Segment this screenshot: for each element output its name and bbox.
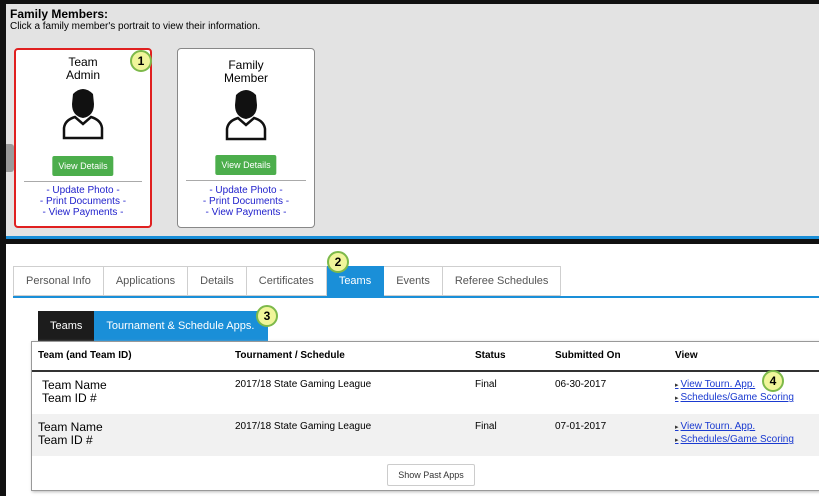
card-role-line2: Member bbox=[223, 71, 268, 85]
print-documents-link[interactable]: - Print Documents - bbox=[178, 196, 314, 207]
update-photo-link[interactable]: - Update Photo - bbox=[178, 185, 314, 196]
bullet-icon: ▸ bbox=[675, 395, 679, 402]
callout-badge-2: 2 bbox=[327, 251, 349, 273]
schedules-game-scoring-link[interactable]: ▸ Schedules/Game Scoring bbox=[675, 392, 794, 403]
column-header-team: Team (and Team ID) bbox=[38, 350, 132, 361]
tab-details[interactable]: Details bbox=[188, 266, 247, 296]
schedules-game-scoring-label[interactable]: Schedules/Game Scoring bbox=[681, 392, 794, 403]
subtab-teams[interactable]: Teams bbox=[38, 311, 95, 341]
tournament-name: 2017/18 State Gaming League bbox=[235, 421, 372, 432]
callout-badge-4: 4 bbox=[762, 370, 784, 392]
schedules-game-scoring-label[interactable]: Schedules/Game Scoring bbox=[681, 434, 794, 445]
card-divider bbox=[186, 180, 306, 181]
tab-events[interactable]: Events bbox=[384, 266, 443, 296]
subtab-tournament-schedule-apps[interactable]: Tournament & Schedule Apps. bbox=[94, 311, 269, 341]
view-tourn-app-label[interactable]: View Tourn. App. bbox=[681, 379, 756, 390]
view-payments-link[interactable]: - View Payments - bbox=[16, 207, 150, 218]
status-value: Final bbox=[475, 379, 497, 390]
column-header-view: View bbox=[675, 350, 698, 361]
sub-tabs: Teams Tournament & Schedule Apps. bbox=[38, 311, 269, 341]
view-tourn-app-link[interactable]: ▸ View Tourn. App. bbox=[675, 379, 755, 390]
family-members-subtitle: Click a family member's portrait to view… bbox=[10, 21, 261, 32]
column-header-status: Status bbox=[475, 350, 506, 361]
family-members-title: Family Members: bbox=[10, 7, 109, 21]
family-card-family-member[interactable]: Family Member View Details - Update Phot… bbox=[177, 48, 315, 228]
card-divider bbox=[24, 181, 142, 182]
view-tourn-app-label[interactable]: View Tourn. App. bbox=[681, 421, 756, 432]
view-payments-link[interactable]: - View Payments - bbox=[178, 207, 314, 218]
callout-badge-3: 3 bbox=[256, 305, 278, 327]
table-row: Team Name Team ID # 2017/18 State Gaming… bbox=[32, 414, 819, 456]
tab-certificates[interactable]: Certificates bbox=[246, 266, 327, 296]
view-details-button[interactable]: View Details bbox=[52, 156, 114, 176]
show-past-apps-button[interactable]: Show Past Apps bbox=[387, 464, 475, 486]
view-details-button[interactable]: View Details bbox=[215, 155, 277, 175]
card-role-line2: Admin bbox=[65, 68, 100, 82]
family-card-team-admin[interactable]: Team Admin View Details - Update Photo -… bbox=[14, 48, 152, 228]
left-frame-border bbox=[0, 238, 6, 496]
bullet-icon: ▸ bbox=[675, 437, 679, 444]
tabs-underline bbox=[13, 296, 819, 298]
tab-applications[interactable]: Applications bbox=[103, 266, 189, 296]
team-id: Team ID # bbox=[38, 433, 93, 447]
print-documents-link[interactable]: - Print Documents - bbox=[16, 196, 150, 207]
table-header: Team (and Team ID) Tournament / Schedule… bbox=[32, 342, 819, 372]
schedules-game-scoring-link[interactable]: ▸ Schedules/Game Scoring bbox=[675, 434, 794, 445]
column-header-submitted: Submitted On bbox=[555, 350, 621, 361]
tab-personal-info[interactable]: Personal Info bbox=[13, 266, 104, 296]
person-silhouette-icon[interactable] bbox=[61, 86, 105, 145]
team-id: Team ID # bbox=[42, 391, 97, 405]
bullet-icon: ▸ bbox=[675, 424, 679, 431]
status-value: Final bbox=[475, 421, 497, 432]
main-tabs: Personal Info Applications Details Certi… bbox=[13, 266, 562, 296]
person-silhouette-icon[interactable] bbox=[224, 87, 268, 146]
tab-referee-schedules[interactable]: Referee Schedules bbox=[442, 266, 562, 296]
view-tourn-app-link[interactable]: ▸ View Tourn. App. bbox=[675, 421, 755, 432]
tournament-name: 2017/18 State Gaming League bbox=[235, 379, 372, 390]
submitted-date: 06-30-2017 bbox=[555, 379, 607, 390]
family-members-panel: Family Members: Click a family member's … bbox=[0, 0, 819, 238]
bullet-icon: ▸ bbox=[675, 382, 679, 389]
submitted-date: 07-01-2017 bbox=[555, 421, 607, 432]
column-header-tournament: Tournament / Schedule bbox=[235, 350, 345, 361]
table-row: Team Name Team ID # 2017/18 State Gaming… bbox=[32, 372, 819, 414]
applications-table: Team (and Team ID) Tournament / Schedule… bbox=[31, 341, 819, 491]
side-collapse-handle[interactable] bbox=[6, 144, 14, 172]
section-separator-dark bbox=[6, 239, 819, 244]
callout-badge-1: 1 bbox=[130, 50, 152, 72]
update-photo-link[interactable]: - Update Photo - bbox=[16, 185, 150, 196]
